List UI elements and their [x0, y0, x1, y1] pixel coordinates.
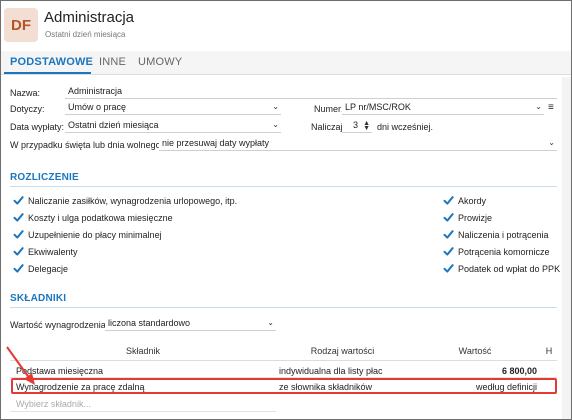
- checkbox-right-4[interactable]: Podatek od wpłat do PPK: [443, 263, 560, 274]
- app-window: DF Administracja Ostatni dzień miesiąca …: [0, 0, 572, 420]
- tab-umowy[interactable]: UMOWY: [138, 56, 182, 68]
- cell-wartosc: 6 800,00: [501, 366, 537, 376]
- checkbox-left-3[interactable]: Ekwiwalenty: [13, 246, 78, 257]
- naliczaj-suffix: dni wcześniej.: [377, 122, 434, 132]
- tab-podstawowe[interactable]: PODSTAWOWE: [10, 56, 93, 68]
- checkbox-label: Ekwiwalenty: [28, 246, 78, 257]
- spinner-icon[interactable]: ▲ ▼: [363, 120, 370, 132]
- chevron-down-icon: ⌄: [535, 102, 542, 111]
- checkbox-label: Naliczenia i potrącenia: [458, 229, 549, 240]
- check-icon[interactable]: [13, 263, 24, 274]
- column-header-skladnik[interactable]: Składnik: [10, 341, 276, 361]
- checkbox-left-1[interactable]: Koszty i ulga podatkowa miesięczne: [13, 212, 173, 223]
- check-icon[interactable]: [13, 212, 24, 223]
- dotyczy-label: Dotyczy:: [10, 104, 45, 114]
- chevron-down-icon: ⌄: [548, 138, 555, 147]
- checkbox-left-4[interactable]: Delegacje: [13, 263, 68, 274]
- check-icon[interactable]: [13, 229, 24, 240]
- checkbox-label: Potrącenia komornicze: [458, 246, 550, 257]
- check-icon[interactable]: [443, 212, 454, 223]
- naliczaj-stepper[interactable]: 3 ▲ ▼: [342, 119, 372, 133]
- check-icon[interactable]: [443, 195, 454, 206]
- checkbox-right-2[interactable]: Naliczenia i potrącenia: [443, 229, 549, 240]
- checkbox-label: Delegacje: [28, 263, 69, 274]
- active-tab-indicator: [4, 72, 91, 74]
- section-divider: [10, 307, 557, 308]
- dotyczy-select[interactable]: Umów o pracę ⌄: [65, 101, 281, 115]
- checkbox-label: Koszty i ulga podatkowa miesięczne: [28, 212, 173, 223]
- page-subtitle: Ostatni dzień miesiąca: [45, 30, 126, 39]
- nazwa-label: Nazwa:: [10, 88, 41, 98]
- checkbox-right-3[interactable]: Potrącenia komornicze: [443, 246, 550, 257]
- data-wyplaty-select[interactable]: Ostatni dzień miesiąca ⌄: [65, 119, 281, 133]
- tab-bar: PODSTAWOWE INNE UMOWY: [1, 51, 571, 75]
- nazwa-input[interactable]: Administracja: [65, 85, 557, 99]
- checkbox-left-2[interactable]: Uzupełnienie do płacy minimalnej: [13, 229, 162, 240]
- header: DF Administracja Ostatni dzień miesiąca: [1, 1, 571, 49]
- scrollbar[interactable]: [562, 77, 571, 419]
- swieta-label: W przypadku święta lub dnia wolnego:: [10, 140, 164, 150]
- chevron-down-icon: ⌄: [272, 102, 279, 111]
- rozliczenie-title: ROZLICZENIE: [10, 172, 79, 183]
- chevron-down-icon: ⌄: [272, 120, 279, 129]
- wartosc-select[interactable]: liczona standardowo ⌄: [105, 317, 276, 331]
- checkbox-left-0[interactable]: Naliczanie zasiłków, wynagrodzenia urlop…: [13, 195, 237, 206]
- checkbox-right-0[interactable]: Akordy: [443, 195, 486, 206]
- check-icon[interactable]: [443, 246, 454, 257]
- checkbox-label: Uzupełnienie do płacy minimalnej: [28, 229, 162, 240]
- column-header-rodzaj[interactable]: Rodzaj wartości: [276, 341, 409, 361]
- chevron-down-icon: ⌄: [267, 318, 274, 327]
- check-icon[interactable]: [443, 263, 454, 274]
- checkbox-label: Prowizje: [458, 212, 493, 223]
- check-icon[interactable]: [13, 195, 24, 206]
- checkbox-right-1[interactable]: Prowizje: [443, 212, 492, 223]
- column-header-wartosc[interactable]: Wartość: [409, 341, 541, 361]
- swieta-select[interactable]: nie przesuwaj daty wypłaty ⌄: [159, 137, 557, 151]
- wartosc-label: Wartość wynagrodzenia:: [10, 320, 109, 330]
- page-title: Administracja: [44, 9, 135, 26]
- naliczaj-label: Naliczaj:: [311, 122, 346, 132]
- skladniki-title: SKŁADNIKI: [10, 293, 67, 304]
- data-wyplaty-label: Data wypłaty:: [10, 122, 65, 132]
- app-logo: DF: [4, 8, 38, 42]
- numer-label: Numer:: [314, 104, 344, 114]
- cell-rodzaj: indywidualna dla listy płac: [279, 366, 383, 376]
- highlight-box: [11, 378, 557, 394]
- numer-select[interactable]: LP nr/MSC/ROK ⌄: [342, 101, 544, 115]
- row-divider: [10, 411, 276, 412]
- column-header-h[interactable]: H: [541, 341, 557, 361]
- tab-inne[interactable]: INNE: [99, 56, 126, 68]
- section-divider: [10, 186, 557, 187]
- check-icon[interactable]: [443, 229, 454, 240]
- check-icon[interactable]: [13, 246, 24, 257]
- checkbox-label: Podatek od wpłat do PPK: [458, 263, 561, 274]
- checkbox-label: Naliczanie zasiłków, wynagrodzenia urlop…: [28, 195, 238, 206]
- list-icon[interactable]: ≡: [548, 102, 554, 113]
- red-arrow-annotation: [6, 346, 35, 385]
- checkbox-label: Akordy: [458, 195, 487, 206]
- add-skladnik-input[interactable]: Wybierz składnik...: [16, 399, 91, 409]
